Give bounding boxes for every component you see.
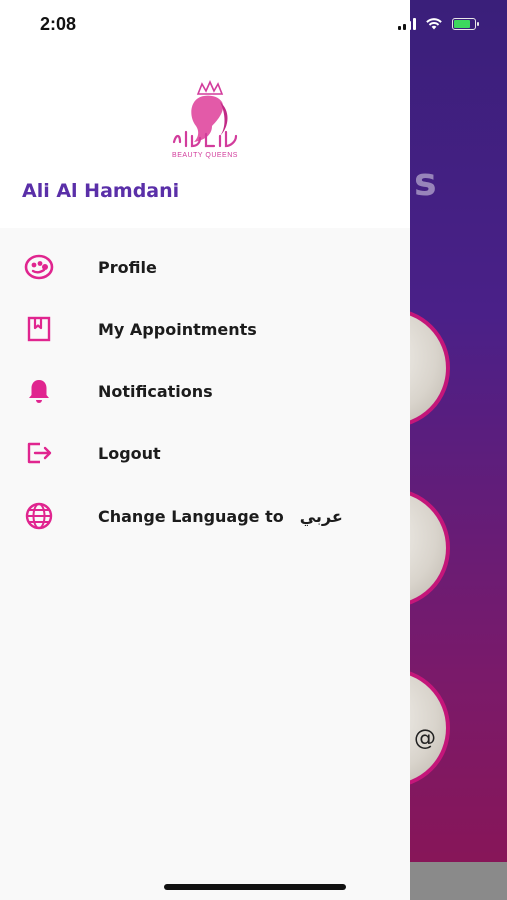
user-name: Ali Al Hamdani: [22, 180, 180, 202]
bookmark-icon: [24, 314, 54, 344]
logout-icon: [24, 438, 54, 468]
status-icons: [398, 18, 479, 30]
home-indicator[interactable]: [164, 884, 346, 890]
menu-item-notifications[interactable]: Notifications: [0, 363, 410, 419]
wifi-icon: [426, 18, 442, 30]
background-bottom-bar: [410, 862, 507, 900]
menu-item-label: My Appointments: [98, 319, 257, 339]
bell-icon: [24, 376, 54, 406]
battery-icon: [452, 18, 479, 30]
profile-face-icon: [24, 252, 54, 282]
logo-caption: BEAUTY QUEENS: [172, 152, 238, 159]
menu-item-label: Logout: [98, 443, 161, 463]
change-language-text: Change Language to: [98, 506, 284, 526]
menu-item-my-appointments[interactable]: My Appointments: [0, 301, 410, 357]
cellular-signal-icon: [398, 18, 416, 30]
menu-item-label: Profile: [98, 257, 157, 277]
background-title: s: [414, 160, 438, 204]
status-time: 2:08: [40, 14, 77, 34]
menu-item-logout[interactable]: Logout: [0, 425, 410, 481]
globe-icon: [24, 501, 54, 531]
menu-item-label: Change Language to عربي: [98, 507, 343, 526]
menu-item-label: Notifications: [98, 381, 213, 401]
arabic-language-label: عربي: [299, 506, 343, 526]
background-at-symbol: @: [414, 726, 436, 751]
status-bar: 2:08: [0, 0, 507, 52]
navigation-drawer: BEAUTY QUEENS Ali Al Hamdani Profile My …: [0, 0, 410, 900]
menu-item-change-language[interactable]: Change Language to عربي: [0, 488, 410, 544]
menu-item-profile[interactable]: Profile: [0, 239, 410, 295]
